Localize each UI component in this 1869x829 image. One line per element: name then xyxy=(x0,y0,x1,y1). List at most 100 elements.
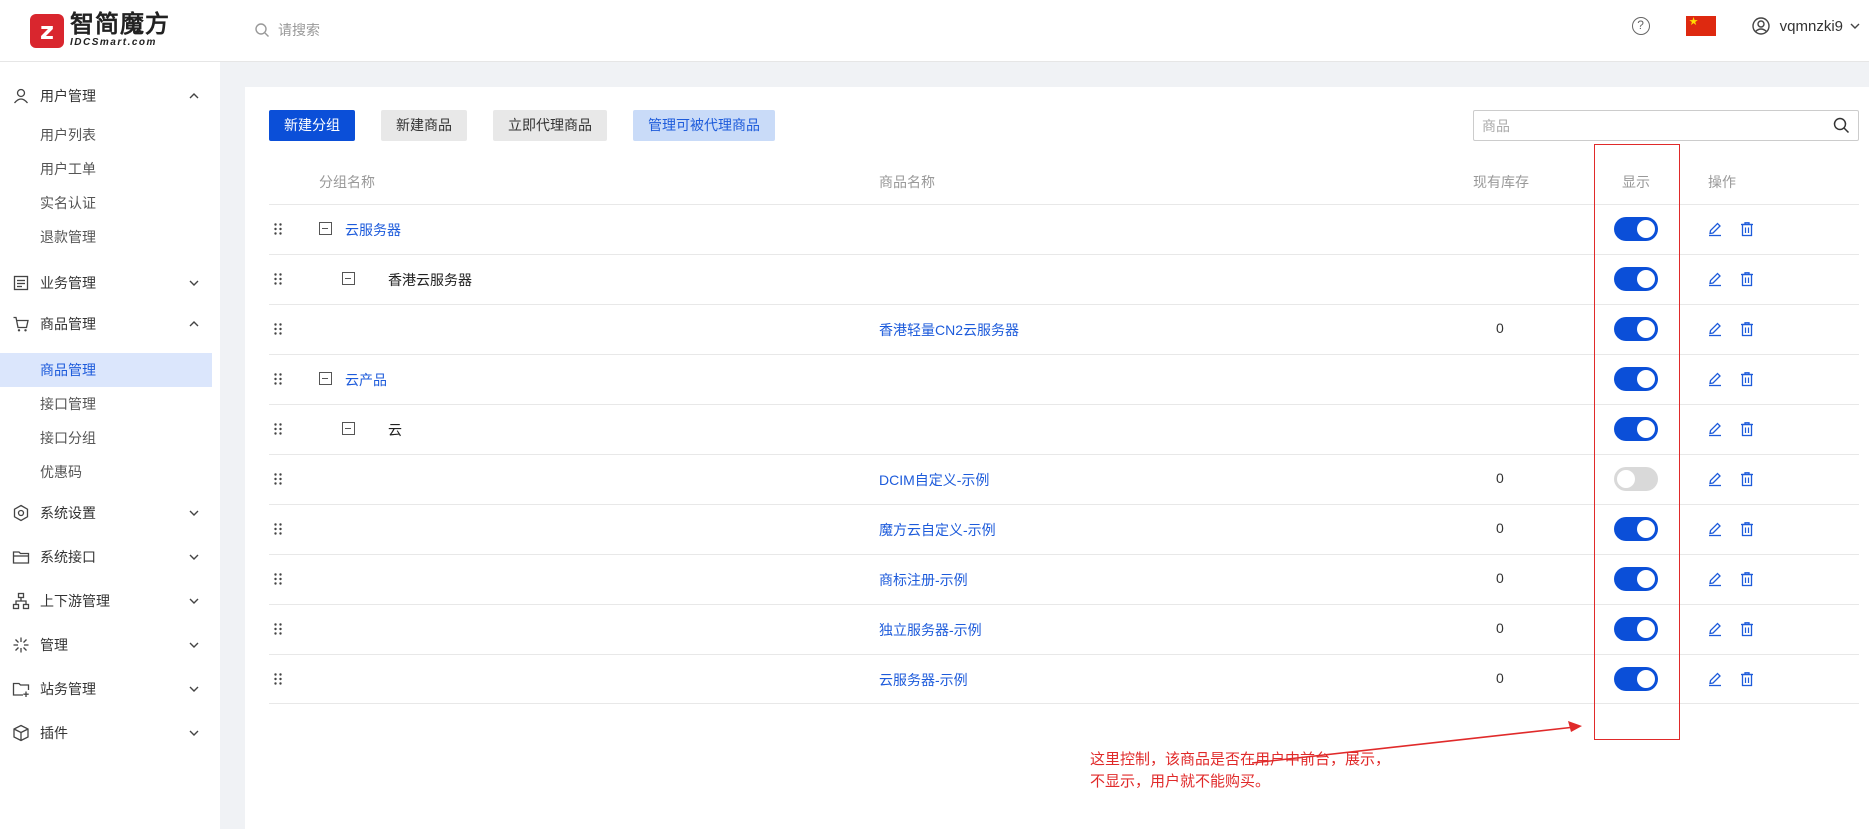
chevron-down-icon xyxy=(189,598,199,604)
sidebar-group-users[interactable]: 用户管理 xyxy=(0,81,220,111)
edit-icon[interactable] xyxy=(1707,621,1723,637)
hierarchy-icon xyxy=(12,592,30,610)
sidebar-item-user-list[interactable]: 用户列表 xyxy=(0,118,212,152)
sidebar-group-system-interface[interactable]: 系统接口 xyxy=(0,542,220,572)
edit-icon[interactable] xyxy=(1707,671,1723,687)
product-name-link[interactable]: 云服务器-示例 xyxy=(879,670,968,690)
sidebar-item-coupon[interactable]: 优惠码 xyxy=(0,455,212,489)
sidebar-item-interface-manage[interactable]: 接口管理 xyxy=(0,387,212,421)
new-group-button[interactable]: 新建分组 xyxy=(269,110,355,141)
delete-icon[interactable] xyxy=(1739,671,1755,687)
edit-icon[interactable] xyxy=(1707,521,1723,537)
collapse-icon[interactable] xyxy=(342,422,355,435)
china-flag-icon[interactable] xyxy=(1685,15,1716,36)
collapse-icon[interactable] xyxy=(319,222,332,235)
sidebar-group-label: 系统接口 xyxy=(40,549,96,565)
product-name-link[interactable]: 魔方云自定义-示例 xyxy=(879,520,996,540)
annotation-note: 这里控制，该商品是否在用户中前台，展示， 不显示，用户就不能购买。 xyxy=(1090,749,1420,793)
drag-handle-icon[interactable] xyxy=(273,421,283,437)
help-icon[interactable]: ? xyxy=(1631,17,1650,35)
product-name-link[interactable]: 独立服务器-示例 xyxy=(879,620,982,640)
drag-handle-icon[interactable] xyxy=(273,221,283,237)
product-name-link[interactable]: 商标注册-示例 xyxy=(879,570,968,590)
drag-handle-icon[interactable] xyxy=(273,521,283,537)
stock-value: 0 xyxy=(1496,520,1504,536)
cube-icon xyxy=(13,724,29,742)
sidebar-group-upstream[interactable]: 上下游管理 xyxy=(0,586,220,616)
sidebar-group-business[interactable]: 业务管理 xyxy=(0,268,220,298)
logo[interactable]: z 智简魔方 IDCSmart.com xyxy=(30,13,170,49)
search-icon[interactable] xyxy=(1833,117,1850,134)
sidebar-group-products[interactable]: 商品管理 xyxy=(0,309,220,339)
delete-icon[interactable] xyxy=(1739,421,1755,437)
username: vqmnzki9 xyxy=(1779,17,1843,35)
edit-icon[interactable] xyxy=(1707,471,1723,487)
user-menu[interactable]: vqmnzki9 xyxy=(1751,17,1861,35)
edit-icon[interactable] xyxy=(1707,421,1723,437)
stock-value: 0 xyxy=(1496,570,1504,586)
drag-handle-icon[interactable] xyxy=(273,571,283,587)
stock-value: 0 xyxy=(1496,620,1504,636)
chevron-down-icon xyxy=(189,686,199,692)
drag-handle-icon[interactable] xyxy=(273,321,283,337)
global-search[interactable]: 请搜索 xyxy=(254,20,320,40)
product-search-input[interactable] xyxy=(1474,111,1814,140)
drag-handle-icon[interactable] xyxy=(273,371,283,387)
sidebar-group-site[interactable]: 站务管理 xyxy=(0,674,220,704)
sparkle-icon xyxy=(13,637,29,653)
product-name-link[interactable]: DCIM自定义-示例 xyxy=(879,470,989,490)
sidebar-group-label: 管理 xyxy=(40,637,68,653)
column-header-group: 分组名称 xyxy=(319,174,375,190)
delete-icon[interactable] xyxy=(1739,371,1755,387)
sidebar-group-manage[interactable]: 管理 xyxy=(0,630,220,660)
delete-icon[interactable] xyxy=(1739,621,1755,637)
sidebar-group-label: 业务管理 xyxy=(40,275,96,291)
collapse-icon[interactable] xyxy=(342,272,355,285)
sidebar-group-plugins[interactable]: 插件 xyxy=(0,718,220,748)
group-name: 香港云服务器 xyxy=(388,272,472,288)
edit-icon[interactable] xyxy=(1707,321,1723,337)
drag-handle-icon[interactable] xyxy=(273,671,283,687)
edit-icon[interactable] xyxy=(1707,271,1723,287)
annotation-highlight-box xyxy=(1594,144,1680,740)
edit-icon[interactable] xyxy=(1707,571,1723,587)
chevron-up-icon xyxy=(189,321,199,327)
product-search[interactable] xyxy=(1473,110,1859,141)
delete-icon[interactable] xyxy=(1739,321,1755,337)
sidebar-group-system-settings[interactable]: 系统设置 xyxy=(0,498,220,528)
delete-icon[interactable] xyxy=(1739,571,1755,587)
document-icon xyxy=(13,275,29,291)
sidebar-item-product-manage[interactable]: 商品管理 xyxy=(0,353,212,387)
manage-agent-products-button[interactable]: 管理可被代理商品 xyxy=(633,110,775,141)
agent-product-button[interactable]: 立即代理商品 xyxy=(493,110,607,141)
drag-handle-icon[interactable] xyxy=(273,621,283,637)
sidebar-group-label: 上下游管理 xyxy=(40,593,110,609)
logo-cn-text: 智简魔方 xyxy=(70,11,170,38)
sidebar-group-label: 商品管理 xyxy=(40,316,96,332)
delete-icon[interactable] xyxy=(1739,271,1755,287)
sidebar-item-real-name[interactable]: 实名认证 xyxy=(0,186,212,220)
delete-icon[interactable] xyxy=(1739,521,1755,537)
chevron-down-icon xyxy=(189,280,199,286)
edit-icon[interactable] xyxy=(1707,371,1723,387)
group-name[interactable]: 云服务器 xyxy=(345,220,401,240)
chevron-down-icon xyxy=(189,730,199,736)
group-name[interactable]: 云产品 xyxy=(345,370,387,390)
drag-handle-icon[interactable] xyxy=(273,271,283,287)
sidebar-item-user-tickets[interactable]: 用户工单 xyxy=(0,152,212,186)
sidebar-item-refund[interactable]: 退款管理 xyxy=(0,220,212,254)
product-name-link[interactable]: 香港轻量CN2云服务器 xyxy=(879,320,1019,340)
sidebar-item-interface-group[interactable]: 接口分组 xyxy=(0,421,212,455)
sidebar-group-label: 站务管理 xyxy=(40,681,96,697)
chevron-down-icon xyxy=(189,642,199,648)
delete-icon[interactable] xyxy=(1739,471,1755,487)
new-product-button[interactable]: 新建商品 xyxy=(381,110,467,141)
edit-icon[interactable] xyxy=(1707,221,1723,237)
logo-mark: z xyxy=(30,14,64,48)
delete-icon[interactable] xyxy=(1739,221,1755,237)
drag-handle-icon[interactable] xyxy=(273,471,283,487)
collapse-icon[interactable] xyxy=(319,372,332,385)
chevron-down-icon xyxy=(189,510,199,516)
user-avatar-icon xyxy=(1751,17,1770,35)
sidebar-group-label: 系统设置 xyxy=(40,505,96,521)
